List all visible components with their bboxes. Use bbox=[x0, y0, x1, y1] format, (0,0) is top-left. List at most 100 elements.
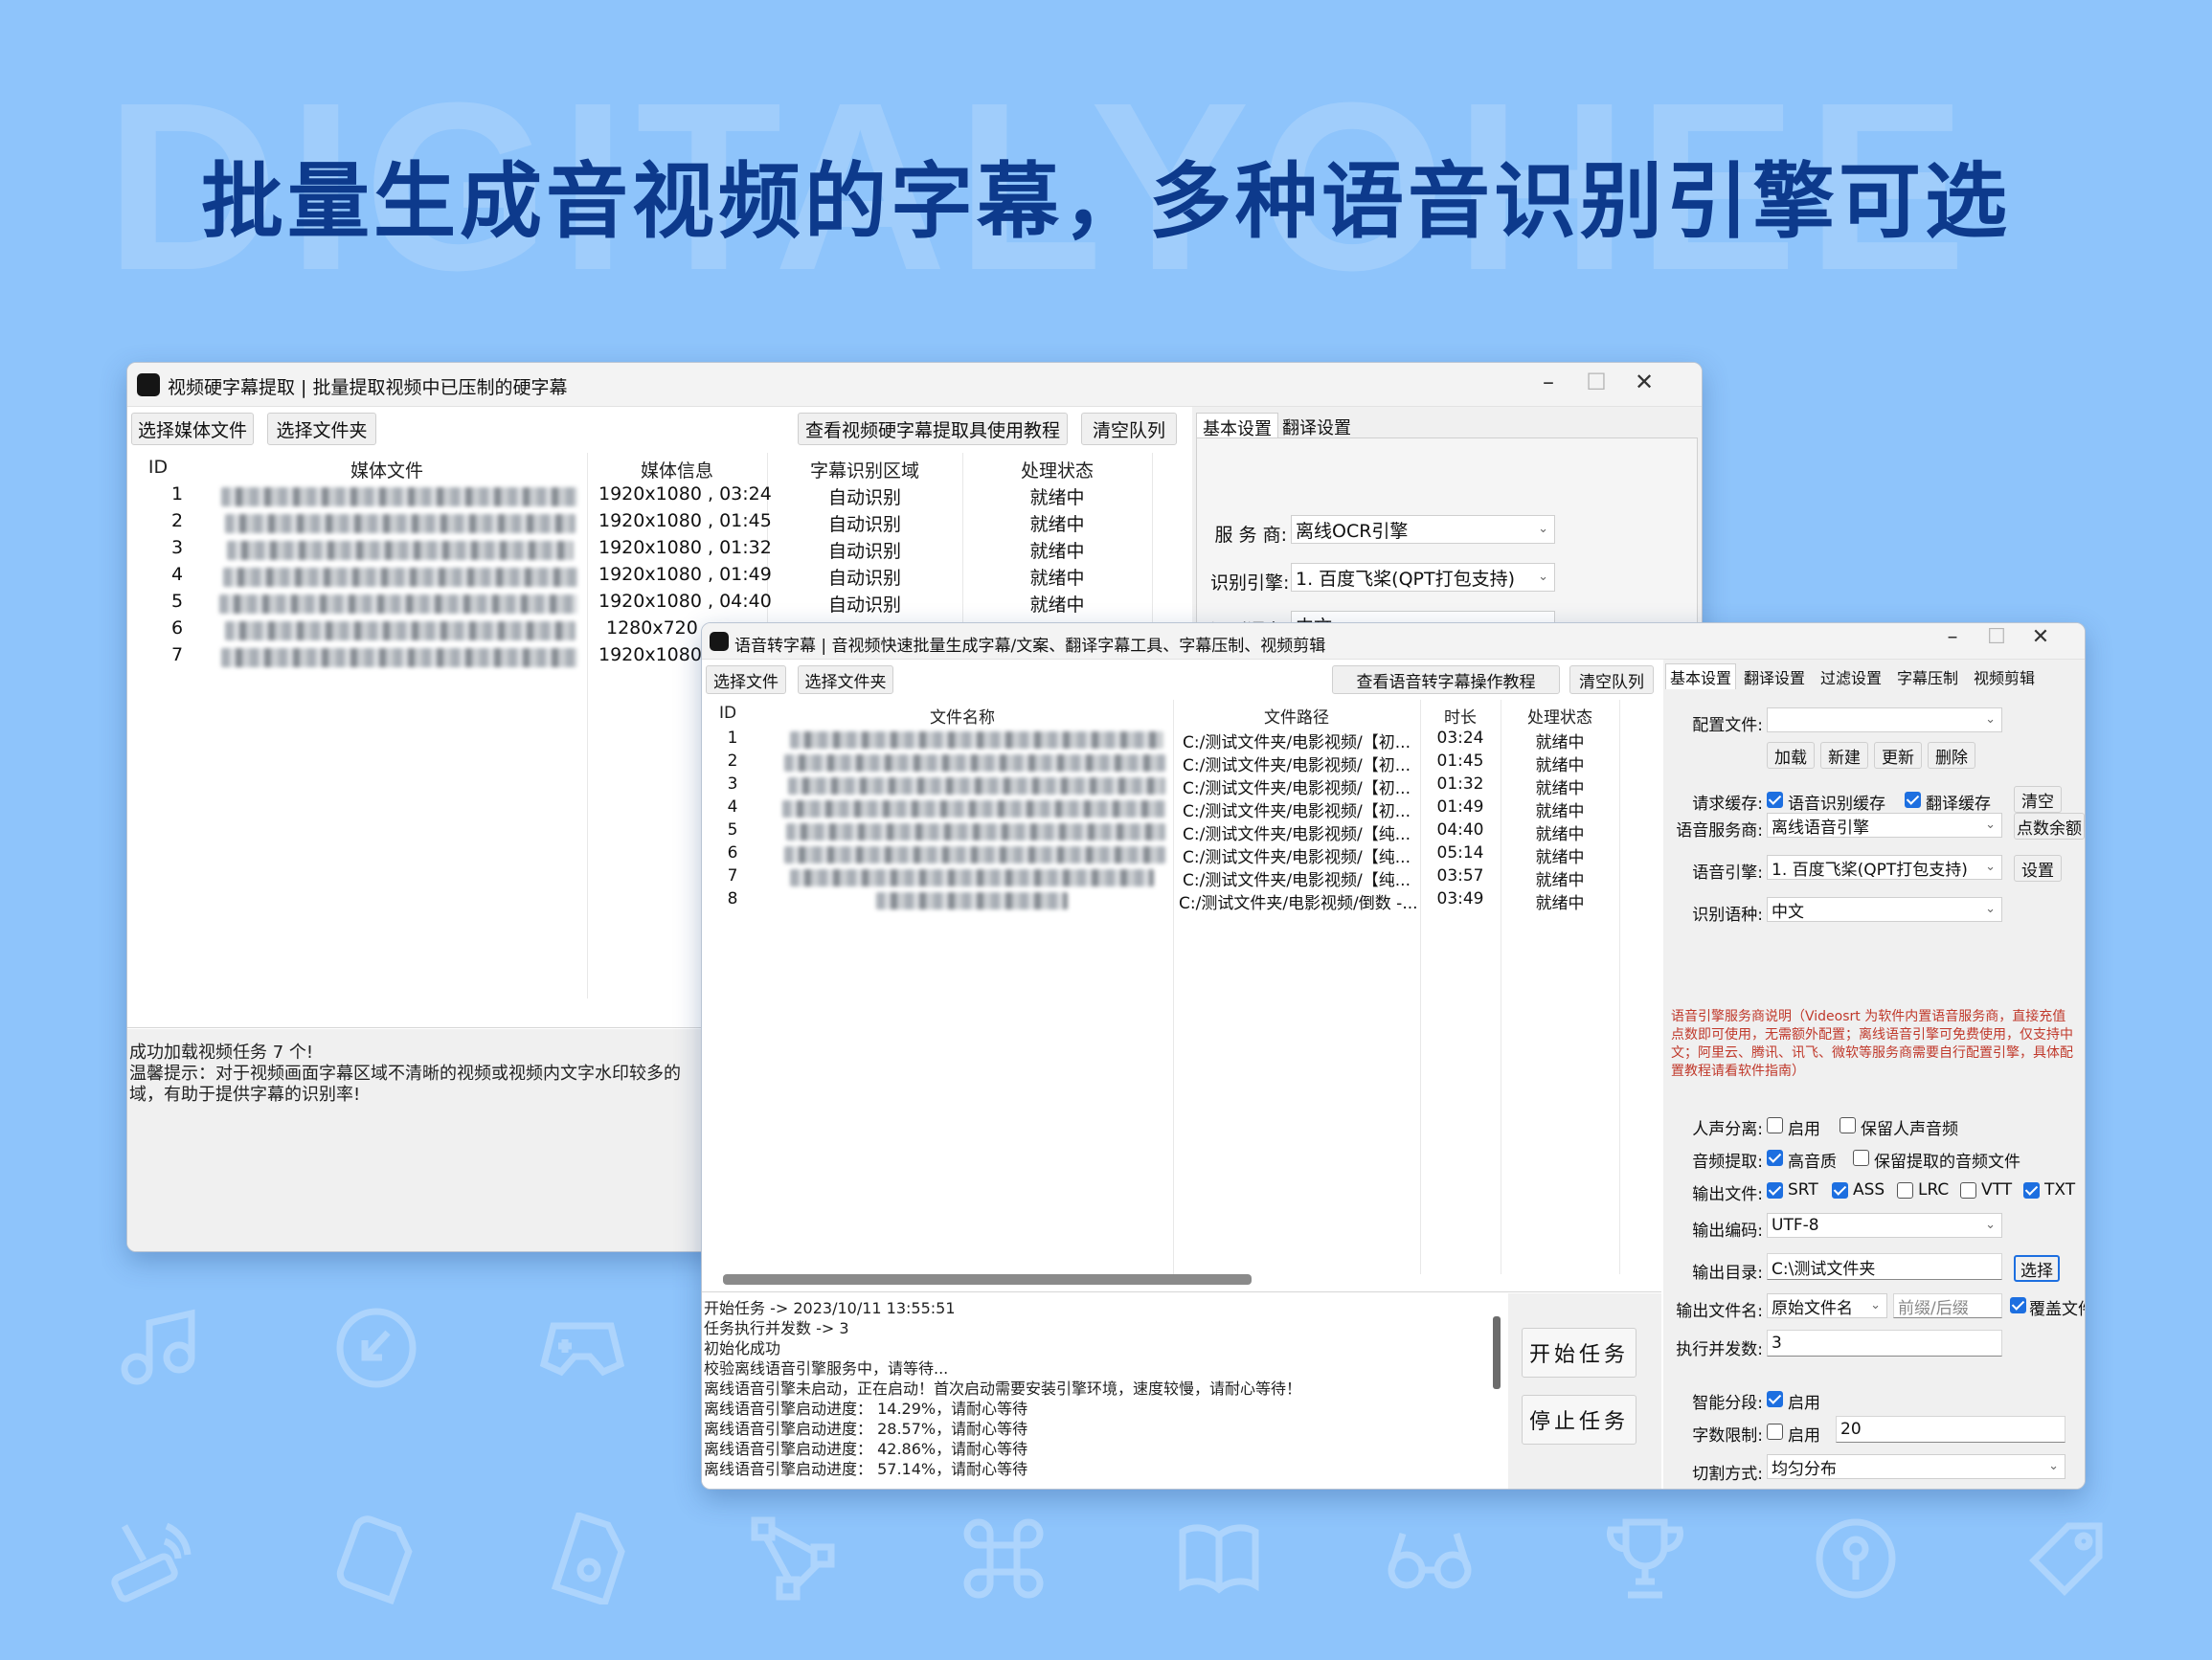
output-dir-input[interactable]: C:\测试文件夹 bbox=[1767, 1253, 2002, 1280]
table-row[interactable]: 4 C:/测试文件夹/电影视频/【初... 01:49 就绪中 bbox=[704, 797, 1661, 821]
select-folder-button[interactable]: 选择文件夹 bbox=[798, 665, 893, 694]
table-row[interactable]: 2 1920x1080 , 01:45 自动识别 就绪中 bbox=[129, 510, 1198, 537]
action-area bbox=[1508, 1293, 1661, 1489]
row-id: 2 bbox=[727, 751, 738, 771]
tutorial-button[interactable]: 查看视频硬字幕提取具使用教程 bbox=[798, 413, 1068, 445]
output-name-select[interactable]: 原始文件名 ⌄ bbox=[1767, 1293, 1887, 1318]
start-task-button[interactable]: 开始任务 bbox=[1522, 1328, 1636, 1378]
keep-audio-checkbox[interactable] bbox=[1853, 1150, 1869, 1166]
column-header[interactable]: 字幕识别区域 bbox=[767, 457, 962, 482]
row-id: 3 bbox=[727, 774, 738, 794]
tab-filter-settings[interactable]: 过滤设置 bbox=[1820, 665, 1882, 688]
close-button[interactable]: ✕ bbox=[1625, 369, 1663, 395]
clear-queue-button[interactable]: 清空队列 bbox=[1569, 665, 1654, 694]
txt-checkbox[interactable] bbox=[2023, 1182, 2040, 1199]
column-header[interactable]: 时长 bbox=[1420, 704, 1501, 728]
column-header[interactable]: 文件路径 bbox=[1173, 704, 1420, 728]
table-row[interactable]: 3 1920x1080 , 01:32 自动识别 就绪中 bbox=[129, 537, 1198, 564]
maximize-button[interactable]: ☐ bbox=[1977, 625, 2016, 649]
table-row[interactable]: 5 1920x1080 , 04:40 自动识别 就绪中 bbox=[129, 591, 1198, 617]
engine-settings-button[interactable]: 设置 bbox=[2014, 855, 2062, 882]
close-button[interactable]: ✕ bbox=[2021, 625, 2060, 649]
tab-translation-settings[interactable]: 翻译设置 bbox=[1744, 665, 1805, 688]
column-header[interactable]: ID bbox=[704, 704, 752, 723]
asr-cache-checkbox[interactable] bbox=[1767, 792, 1783, 808]
column-header[interactable]: 媒体信息 bbox=[587, 457, 767, 482]
tutorial-button[interactable]: 查看语音转字幕操作教程 bbox=[1332, 665, 1560, 694]
recognition-region: 自动识别 bbox=[827, 541, 901, 562]
status: 就绪中 bbox=[1535, 733, 1585, 752]
settings-panel: 基本设置 翻译设置 过滤设置 字幕压制 视频剪辑 配置文件: ⌄ 加载 新建 更… bbox=[1663, 660, 2085, 1489]
delete-config-button[interactable]: 删除 bbox=[1928, 742, 1975, 769]
encoding-select[interactable]: UTF-8 ⌄ bbox=[1767, 1213, 2002, 1238]
status: 就绪中 bbox=[1029, 541, 1085, 562]
table-row[interactable]: 1 C:/测试文件夹/电影视频/【初... 03:24 就绪中 bbox=[704, 729, 1661, 752]
table-row[interactable]: 2 C:/测试文件夹/电影视频/【初... 01:45 就绪中 bbox=[704, 751, 1661, 775]
clear-queue-button[interactable]: 清空队列 bbox=[1081, 413, 1177, 445]
media-info: 1920x1080 , 03:24 bbox=[598, 483, 771, 505]
affix-input[interactable]: 前缀/后缀 bbox=[1893, 1293, 2002, 1318]
high-quality-checkbox[interactable] bbox=[1767, 1150, 1783, 1166]
char-limit-label: 字数限制: bbox=[1692, 1426, 1763, 1446]
blurred-filename bbox=[227, 541, 574, 560]
tab-basic-settings[interactable]: 基本设置 bbox=[1665, 663, 1737, 689]
language-select[interactable]: 中文⌄ bbox=[1767, 897, 2002, 922]
table-row[interactable]: 6 C:/测试文件夹/电影视频/【纯... 05:14 就绪中 bbox=[704, 843, 1661, 867]
select-folder-button[interactable]: 选择文件夹 bbox=[267, 413, 376, 445]
keep-vocal-checkbox[interactable] bbox=[1840, 1117, 1856, 1133]
update-config-button[interactable]: 更新 bbox=[1874, 742, 1922, 769]
config-select[interactable]: ⌄ bbox=[1767, 707, 2002, 732]
minimize-button[interactable]: – bbox=[1933, 625, 1972, 649]
smart-segment-checkbox[interactable] bbox=[1767, 1391, 1783, 1407]
page-headline: 批量生成音视频的字幕，多种语音识别引擎可选 bbox=[201, 154, 2011, 250]
column-header[interactable]: 文件名称 bbox=[752, 704, 1173, 728]
tab-video-edit[interactable]: 视频剪辑 bbox=[1974, 665, 2035, 688]
table-row[interactable]: 7 C:/测试文件夹/电影视频/【纯... 03:57 就绪中 bbox=[704, 866, 1661, 890]
language-label: 识别语种: bbox=[1692, 906, 1763, 925]
column-header[interactable]: 处理状态 bbox=[1501, 704, 1619, 728]
balance-button[interactable]: 点数余额 bbox=[2014, 813, 2085, 840]
load-config-button[interactable]: 加载 bbox=[1767, 742, 1815, 769]
column-header[interactable]: 处理状态 bbox=[962, 457, 1152, 482]
vtt-checkbox[interactable] bbox=[1960, 1182, 1976, 1199]
table-row[interactable]: 4 1920x1080 , 01:49 自动识别 就绪中 bbox=[129, 564, 1198, 591]
clear-cache-button[interactable]: 清空 bbox=[2014, 786, 2062, 813]
tab-translation-settings[interactable]: 翻译设置 bbox=[1282, 415, 1351, 439]
chevron-down-icon: ⌄ bbox=[2048, 1458, 2059, 1473]
tab-subtitle-burn[interactable]: 字幕压制 bbox=[1897, 665, 1958, 688]
char-limit-checkbox[interactable] bbox=[1767, 1424, 1783, 1440]
output-dir-label: 输出目录: bbox=[1692, 1264, 1763, 1283]
concurrency-input[interactable]: 3 bbox=[1767, 1330, 2002, 1357]
status: 就绪中 bbox=[1535, 894, 1585, 913]
lrc-checkbox[interactable] bbox=[1897, 1182, 1913, 1199]
stop-task-button[interactable]: 停止任务 bbox=[1522, 1395, 1636, 1445]
srt-checkbox[interactable] bbox=[1767, 1182, 1783, 1199]
maximize-button[interactable]: ☐ bbox=[1577, 369, 1615, 395]
log-scrollbar[interactable] bbox=[1493, 1316, 1501, 1389]
speech-engine-select[interactable]: 1. 百度飞桨(QPT打包支持) ⌄ bbox=[1767, 855, 2002, 880]
select-file-button[interactable]: 选择文件 bbox=[706, 665, 786, 694]
table-header: ID 文件名称 文件路径 时长 处理状态 bbox=[704, 700, 1661, 728]
ass-checkbox[interactable] bbox=[1832, 1182, 1848, 1199]
char-limit-input[interactable]: 20 bbox=[1836, 1416, 2065, 1443]
new-config-button[interactable]: 新建 bbox=[1820, 742, 1868, 769]
select-media-button[interactable]: 选择媒体文件 bbox=[131, 413, 254, 445]
horizontal-scrollbar[interactable] bbox=[723, 1274, 1252, 1285]
engine-select[interactable]: 1. 百度飞桨(QPT打包支持) ⌄ bbox=[1291, 563, 1555, 592]
file-path: C:/测试文件夹/电影视频/【纯... bbox=[1183, 848, 1411, 867]
column-header[interactable]: ID bbox=[129, 457, 187, 478]
table-row[interactable]: 3 C:/测试文件夹/电影视频/【初... 01:32 就绪中 bbox=[704, 774, 1661, 798]
choose-dir-button[interactable]: 选择 bbox=[2014, 1255, 2060, 1282]
column-header[interactable]: 媒体文件 bbox=[187, 457, 587, 482]
speech-provider-select[interactable]: 离线语音引擎 ⌄ bbox=[1767, 813, 2002, 838]
blurred-filename bbox=[784, 846, 1165, 864]
cut-mode-select[interactable]: 均匀分布 ⌄ bbox=[1767, 1454, 2065, 1479]
overwrite-checkbox[interactable] bbox=[2010, 1297, 2026, 1313]
vocal-enable-checkbox[interactable] bbox=[1767, 1117, 1783, 1133]
minimize-button[interactable]: – bbox=[1529, 369, 1568, 395]
table-row[interactable]: 5 C:/测试文件夹/电影视频/【纯... 04:40 就绪中 bbox=[704, 820, 1661, 844]
table-row[interactable]: 1 1920x1080 , 03:24 自动识别 就绪中 bbox=[129, 483, 1198, 510]
table-row[interactable]: 8 C:/测试文件夹/电影视频/倒数 -... 03:49 就绪中 bbox=[704, 889, 1661, 913]
translation-cache-checkbox[interactable] bbox=[1905, 792, 1921, 808]
provider-select[interactable]: 离线OCR引擎 ⌄ bbox=[1291, 515, 1555, 544]
